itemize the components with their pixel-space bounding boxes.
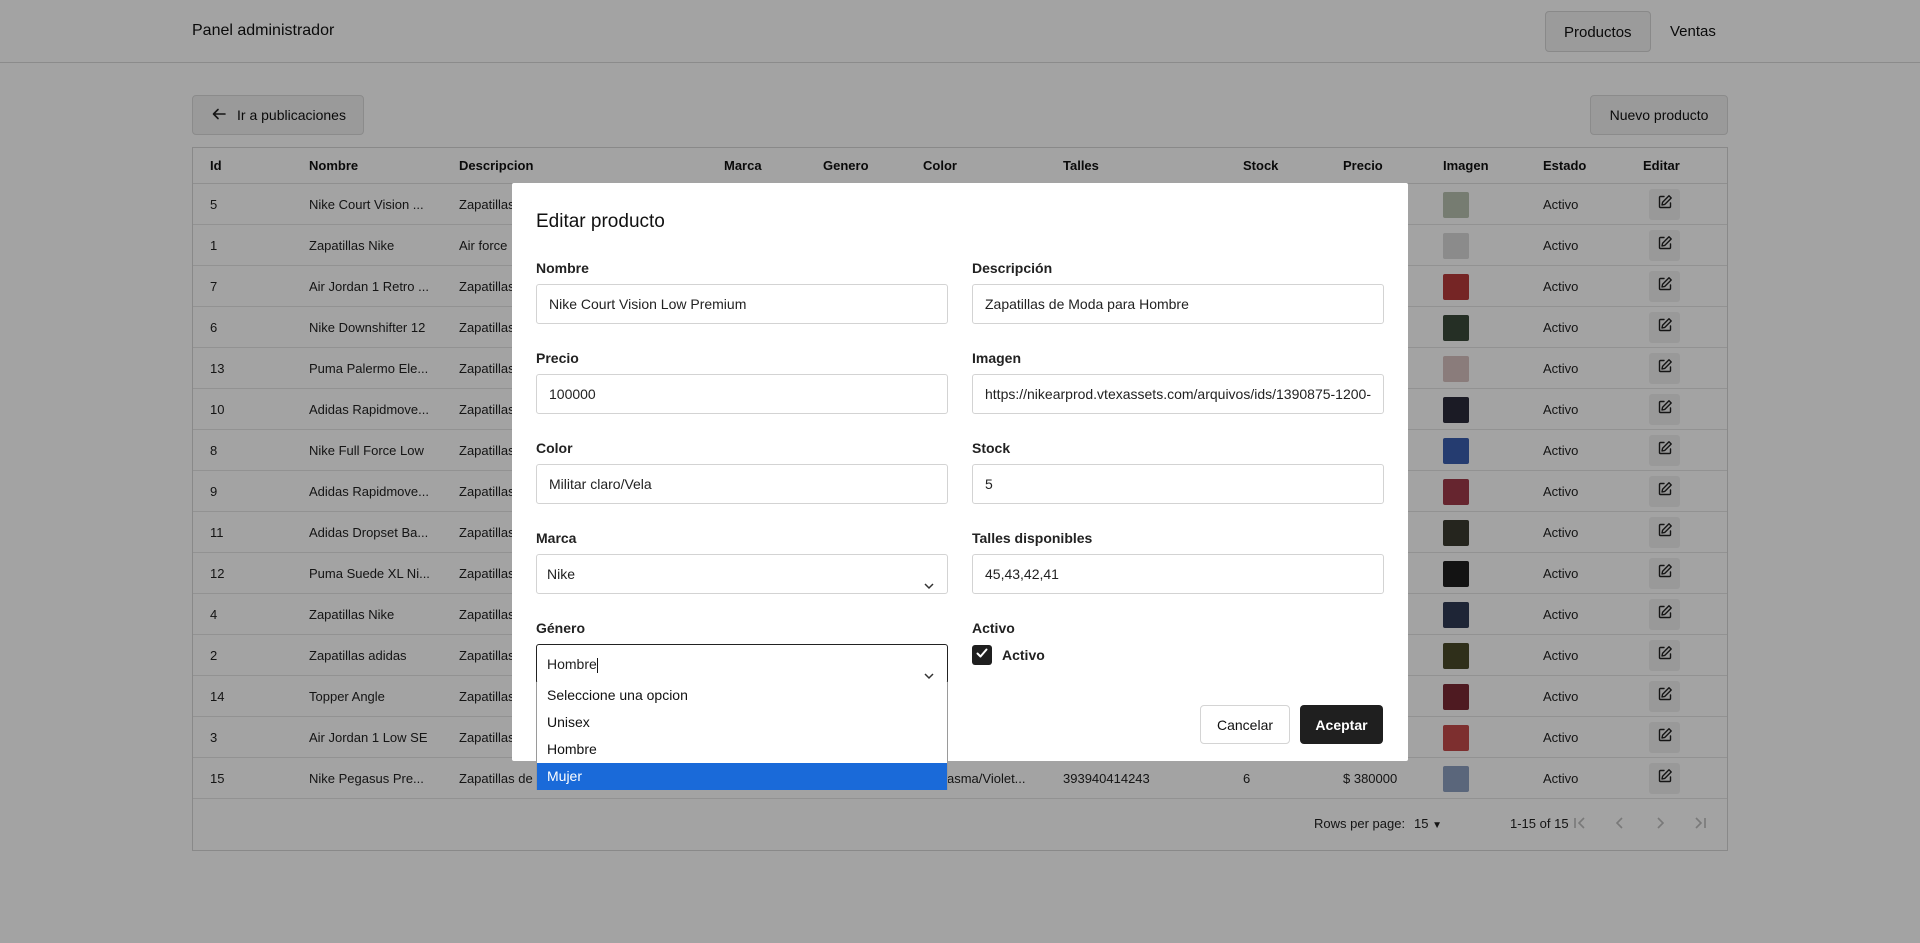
nombre-label: Nombre	[536, 260, 589, 276]
activo-checkbox-label[interactable]: Activo	[1002, 647, 1045, 663]
modal-title: Editar producto	[536, 211, 665, 232]
genero-select-value: Hombre	[547, 656, 597, 672]
color-label: Color	[536, 440, 573, 456]
stock-label: Stock	[972, 440, 1011, 456]
nombre-input[interactable]: Nike Court Vision Low Premium	[536, 284, 948, 324]
stock-input[interactable]: 5	[972, 464, 1384, 504]
chevron-down-icon	[923, 658, 935, 680]
cancel-button[interactable]: Cancelar	[1200, 705, 1290, 744]
descripcion-input[interactable]: Zapatillas de Moda para Hombre	[972, 284, 1384, 324]
genero-option[interactable]: Hombre	[537, 736, 947, 763]
imagen-label: Imagen	[972, 350, 1022, 366]
color-input[interactable]: Militar claro/Vela	[536, 464, 948, 504]
genero-dropdown-list: Seleccione una opcion Unisex Hombre Muje…	[536, 682, 948, 790]
checkmark-icon	[975, 646, 989, 665]
talles-label: Talles disponibles	[972, 530, 1093, 546]
genero-option-highlighted[interactable]: Mujer	[537, 763, 947, 790]
edit-product-modal: Editar producto Nombre Nike Court Vision…	[512, 183, 1408, 761]
descripcion-label: Descripción	[972, 260, 1053, 276]
chevron-down-icon	[923, 568, 935, 590]
marca-select[interactable]: Nike	[536, 554, 948, 594]
marca-select-value: Nike	[547, 566, 576, 582]
precio-input[interactable]: 100000	[536, 374, 948, 414]
accept-button[interactable]: Aceptar	[1300, 705, 1383, 744]
genero-option[interactable]: Seleccione una opcion	[537, 682, 947, 709]
precio-label: Precio	[536, 350, 579, 366]
talles-input[interactable]: 45,43,42,41	[972, 554, 1384, 594]
genero-option[interactable]: Unisex	[537, 709, 947, 736]
text-cursor	[596, 657, 598, 673]
activo-label: Activo	[972, 620, 1015, 636]
imagen-input[interactable]: https://nikearprod.vtexassets.com/arquiv…	[972, 374, 1384, 414]
genero-select[interactable]: Hombre	[536, 644, 948, 684]
genero-label: Género	[536, 620, 586, 636]
activo-checkbox[interactable]	[972, 645, 992, 665]
marca-label: Marca	[536, 530, 577, 546]
